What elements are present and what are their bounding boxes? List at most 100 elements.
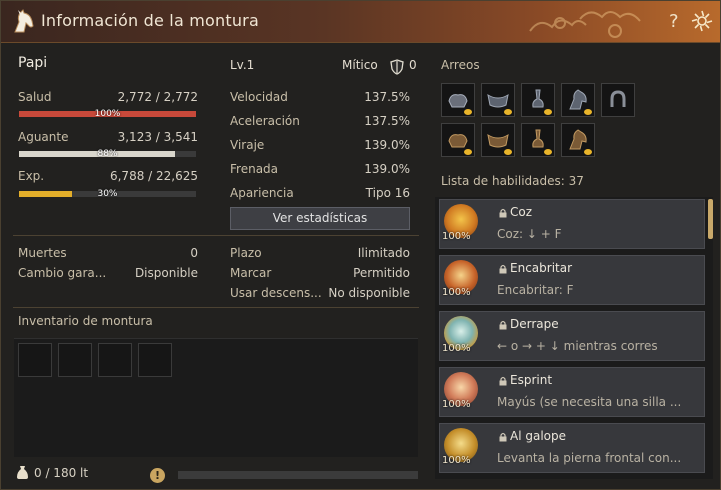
lock-icon [499,376,507,386]
skill-item-encabritar[interactable]: 100% Encabritar Encabritar: F [439,255,705,305]
inventory-weight: 0 / 180 lt [34,466,89,480]
skill-description: Coz: ↓ + F [497,227,562,241]
skill-item-esprint[interactable]: 100% Esprint Mayús (se necesita una sill… [439,367,705,417]
barding-appearance-slot[interactable] [481,123,515,157]
term-label: Plazo [230,246,262,260]
stat-label-turning: Viraje [230,138,265,152]
stamina-value: 3,123 / 3,541 [117,130,198,144]
mount-grade-label: Mítico [342,58,378,72]
horseshoe-slot[interactable] [601,83,635,117]
skill-mastery: 100% [442,231,471,242]
stat-label-speed: Velocidad [230,90,288,104]
skill-name: Coz [510,205,533,219]
coin-icon [504,109,512,115]
skill-mastery: 100% [442,399,471,410]
health-percent: 100% [94,109,121,119]
lock-icon [499,432,507,442]
health-label: Salud [18,90,52,104]
stat-label-appearance: Apariencia [230,186,294,200]
exp-bar: 30% [19,189,196,199]
lock-icon [499,264,507,274]
inventory-title: Inventario de montura [18,314,153,328]
skill-description: Encabritar: F [497,283,574,297]
horse-head-icon [14,9,34,33]
stamina-percent: 88% [97,149,118,159]
mount-level: Lv.1 [230,58,255,72]
stable-change-label: Cambio gara... [18,266,107,280]
lock-icon [499,208,507,218]
stable-change-value: Disponible [134,266,198,280]
skill-name: Encabritar [510,261,573,275]
divider [13,235,419,236]
divider [13,307,419,308]
skill-mastery: 100% [442,343,471,354]
dismount-use-label: Usar descens... [230,286,322,300]
view-stats-button[interactable]: Ver estadísticas [230,207,410,230]
coin-icon [464,149,472,155]
stat-value-acceleration: 137.5% [364,114,410,128]
head-armor-slot[interactable] [561,83,595,117]
skill-description: ← o → + ↓ mientras corres [497,339,658,353]
head-armor-appearance-slot[interactable] [561,123,595,157]
weight-bag-icon [17,466,28,479]
window-title: Información de la montura [41,11,259,30]
health-value: 2,772 / 2,772 [117,90,198,104]
mount-grade-value: 0 [409,58,417,72]
shield-icon [390,59,404,75]
title-bar[interactable]: Información de la montura ? [1,1,720,43]
skill-item-al-galope[interactable]: 100% Al galope Levanta la pierna frontal… [439,423,705,473]
mark-label: Marcar [230,266,272,280]
mount-name: Papi [18,55,48,71]
stat-value-appearance: Tipo 16 [365,186,410,200]
inventory-slot[interactable] [138,343,172,377]
exp-label: Exp. [18,169,45,183]
skill-description: Mayús (se necesita una silla ... [497,395,682,409]
skill-mastery: 100% [442,455,471,466]
barding-slot[interactable] [481,83,515,117]
help-button[interactable]: ? [669,11,679,32]
skill-name: Derrape [510,317,559,331]
horseshoe-icon [610,90,626,107]
inventory-slot[interactable] [58,343,92,377]
mark-value: Permitido [353,266,410,280]
coin-icon [504,149,512,155]
skill-list-scrollbar[interactable] [708,199,713,239]
inventory-slot[interactable] [98,343,132,377]
inventory-grid [14,338,418,457]
warning-icon[interactable]: ! [150,468,165,483]
mount-stats-panel: Papi Lv.1 Mítico 0 Salud 2,772 / 2,772 1… [7,47,425,487]
stirrups-appearance-slot[interactable] [521,123,555,157]
deaths-value: 0 [190,246,198,260]
coin-icon [464,109,472,115]
health-bar: 100% [19,109,196,119]
skill-name: Esprint [510,373,553,387]
exp-value: 6,788 / 22,625 [109,169,198,183]
inventory-slot[interactable] [18,343,52,377]
stat-value-speed: 137.5% [364,90,410,104]
stat-value-braking: 139.0% [364,162,410,176]
skill-mastery: 100% [442,287,471,298]
stat-value-turning: 139.0% [364,138,410,152]
stamina-bar: 88% [19,149,196,159]
stat-label-acceleration: Aceleración [230,114,300,128]
coin-icon [544,109,552,115]
coin-icon [584,109,592,115]
dismount-use-value: No disponible [328,286,410,300]
term-value: Ilimitado [357,246,410,260]
coin-icon [584,149,592,155]
weight-bar [178,471,418,479]
exp-percent: 30% [97,189,118,199]
saddle-appearance-slot[interactable] [441,123,475,157]
stirrups-slot[interactable] [521,83,555,117]
stat-label-braking: Frenada [230,162,279,176]
skill-name: Al galope [510,429,567,443]
skill-description: Levanta la pierna frontal con... [497,451,682,465]
saddle-slot[interactable] [441,83,475,117]
lock-icon [499,320,507,330]
cloud-decoration-icon [529,11,641,38]
skill-item-derrape[interactable]: 100% Derrape ← o → + ↓ mientras corres [439,311,705,361]
skill-item-coz[interactable]: 100% Coz Coz: ↓ + F [439,199,705,249]
gear-skills-panel: Arreos Lista de habilidades: 37 100% Coz… [431,47,721,487]
settings-gear-icon[interactable] [691,10,713,32]
skill-list[interactable]: 100% Coz Coz: ↓ + F 100% Encabritar Enca… [435,197,713,479]
